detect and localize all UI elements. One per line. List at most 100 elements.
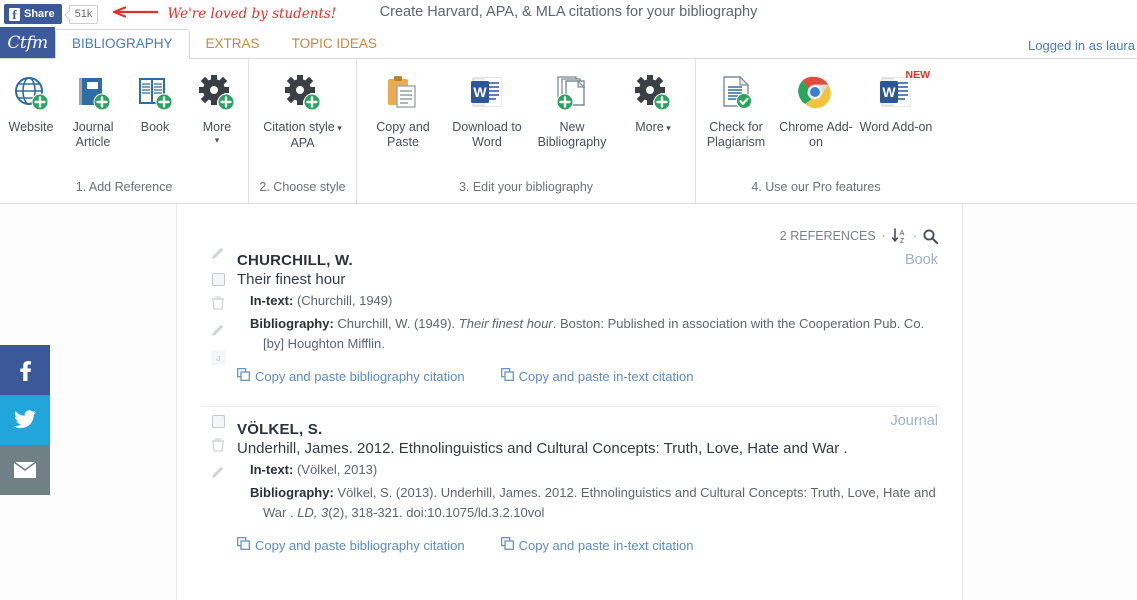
entry-tools (207, 415, 229, 483)
ribbon-label: Journal Article (62, 120, 124, 150)
copy-bibliography-label: Copy and paste bibliography citation (255, 369, 465, 384)
ribbon-label: Download to Word (445, 120, 529, 150)
edit-pencil-icon-2[interactable] (211, 323, 225, 341)
ribbon-label: Citation style (263, 120, 335, 134)
entry-checkbox[interactable] (212, 273, 225, 286)
facebook-share-label: Share (24, 8, 55, 20)
intext-label: In-text: (250, 462, 293, 477)
ribbon-label: Copy and Paste (361, 120, 445, 150)
copy-bibliography-label: Copy and paste bibliography citation (255, 538, 465, 553)
svg-text:a: a (216, 352, 221, 364)
chevron-down-icon: ▾ (215, 135, 220, 145)
nav-tabs: BIBLIOGRAPHY EXTRAS TOPIC IDEAS (55, 27, 393, 58)
chevron-down-icon: ▾ (335, 123, 342, 133)
separator-dot-2: · (913, 229, 917, 243)
copy-icon (237, 537, 250, 553)
page-body: 2 REFERENCES · A Z · (0, 204, 1137, 600)
ribbon-button-citation-style[interactable]: Citation style ▾ APA (251, 65, 355, 151)
svg-text:A: A (899, 230, 904, 237)
share-twitter-button[interactable] (0, 395, 50, 445)
entry-intext: In-text: (Churchill, 1949) (237, 291, 938, 311)
trash-icon[interactable] (211, 437, 225, 456)
entry-title: Their finest hour (237, 271, 938, 288)
intext-label: In-text: (250, 293, 293, 308)
ribbon-group-title: 1. Add Reference (0, 180, 248, 203)
entry-checkbox[interactable] (212, 415, 225, 428)
entry-intext: In-text: (Völkel, 2013) (237, 460, 938, 480)
new-pages-add-icon (552, 71, 592, 117)
bib-pre: Churchill, W. (1949). (337, 316, 458, 331)
bibliography-label: Bibliography: (250, 485, 334, 500)
clipboard-icon (383, 71, 423, 117)
sort-alpha-icon[interactable]: A Z (892, 228, 907, 244)
copy-intext-citation-link[interactable]: Copy and paste in-text citation (501, 368, 694, 384)
chevron-down-icon: ▾ (664, 123, 671, 133)
entry-body: Journal VÖLKEL, S. Underhill, James. 201… (237, 413, 938, 557)
chrome-icon (796, 71, 836, 117)
copy-intext-label: Copy and paste in-text citation (519, 369, 694, 384)
journal-add-icon (73, 71, 113, 117)
copy-intext-citation-link[interactable]: Copy and paste in-text citation (501, 537, 694, 553)
gear-add-icon (633, 71, 673, 117)
new-badge: NEW (906, 69, 931, 81)
account-link[interactable]: Logged in as laura (1028, 38, 1135, 53)
ribbon-button-word-addon[interactable]: W NEW Word Add-on (856, 65, 936, 135)
copy-bibliography-citation-link[interactable]: Copy and paste bibliography citation (237, 537, 465, 553)
ribbon-button-website[interactable]: Website (0, 65, 62, 135)
trash-icon[interactable] (211, 295, 225, 314)
document-check-icon (716, 71, 756, 117)
copy-intext-label: Copy and paste in-text citation (519, 538, 694, 553)
gear-add-icon (283, 71, 323, 117)
tab-topic-ideas[interactable]: TOPIC IDEAS (276, 29, 393, 58)
search-icon[interactable] (923, 229, 938, 244)
bib-italic: LD, 3 (297, 505, 328, 520)
ribbon-button-new-bibliography[interactable]: New Bibliography (529, 65, 615, 150)
bibliography-header: 2 REFERENCES · A Z · (201, 226, 938, 246)
entry-copy-actions: Copy and paste bibliography citation Cop… (237, 368, 938, 388)
facebook-share-button[interactable]: f Share (4, 4, 62, 24)
facebook-share-count: 51k (69, 5, 99, 24)
globe-add-icon (11, 71, 51, 117)
twitter-icon (14, 410, 36, 430)
ribbon-group-title: 3. Edit your bibliography (357, 180, 695, 203)
ribbon-group-title: 2. Choose style (249, 180, 356, 203)
copy-icon-2 (501, 537, 514, 553)
edit-pencil-icon[interactable] (211, 465, 225, 483)
copy-icon-2 (501, 368, 514, 384)
entry-tools: a (207, 246, 229, 369)
copy-bibliography-citation-link[interactable]: Copy and paste bibliography citation (237, 368, 465, 384)
ribbon-label: More (203, 120, 231, 135)
intext-value: (Churchill, 1949) (297, 293, 392, 308)
edit-pencil-icon[interactable] (211, 246, 225, 264)
ribbon-label: Chrome Add-on (776, 120, 856, 150)
ribbon-button-more-reference[interactable]: More ▾ (186, 65, 248, 145)
entry-author: CHURCHILL, W. (237, 252, 938, 269)
tab-bibliography[interactable]: BIBLIOGRAPHY (55, 29, 190, 59)
ribbon-label: More (635, 120, 663, 134)
ribbon-button-book[interactable]: Book (124, 65, 186, 135)
amazon-icon[interactable]: a (211, 350, 226, 369)
promo-strip: f Share 51k We're loved by students! Cre… (0, 0, 1137, 28)
site-logo[interactable]: Ctfm (0, 27, 55, 58)
entry-copy-actions: Copy and paste bibliography citation Cop… (237, 537, 938, 557)
reference-count: 2 REFERENCES (780, 229, 876, 243)
ribbon-label: Check for Plagiarism (696, 120, 776, 150)
share-facebook-button[interactable] (0, 345, 50, 395)
entry-bibliography: Bibliography: Völkel, S. (2013). Underhi… (237, 483, 938, 523)
envelope-icon (13, 461, 37, 479)
ribbon-group-add-reference: Website Journal Article (0, 59, 249, 203)
ribbon-button-check-plagiarism[interactable]: Check for Plagiarism (696, 65, 776, 150)
ribbon-button-chrome-addon[interactable]: Chrome Add-on (776, 65, 856, 150)
ribbon-button-copy-paste[interactable]: Copy and Paste (361, 65, 445, 150)
ribbon-button-more-edit[interactable]: More ▾ (615, 65, 691, 136)
tab-extras[interactable]: EXTRAS (190, 29, 276, 58)
ribbon-label: Website (9, 120, 54, 135)
ribbon-button-download-word[interactable]: W Download to Word (445, 65, 529, 150)
svg-text:Z: Z (900, 238, 905, 244)
social-share-rail (0, 345, 50, 495)
svg-text:W: W (473, 84, 487, 100)
ribbon-button-journal-article[interactable]: Journal Article (62, 65, 124, 150)
ribbon-group-choose-style: Citation style ▾ APA 2. Choose style (249, 59, 357, 203)
entry-body: Book CHURCHILL, W. Their finest hour In-… (237, 252, 938, 388)
share-email-button[interactable] (0, 445, 50, 495)
